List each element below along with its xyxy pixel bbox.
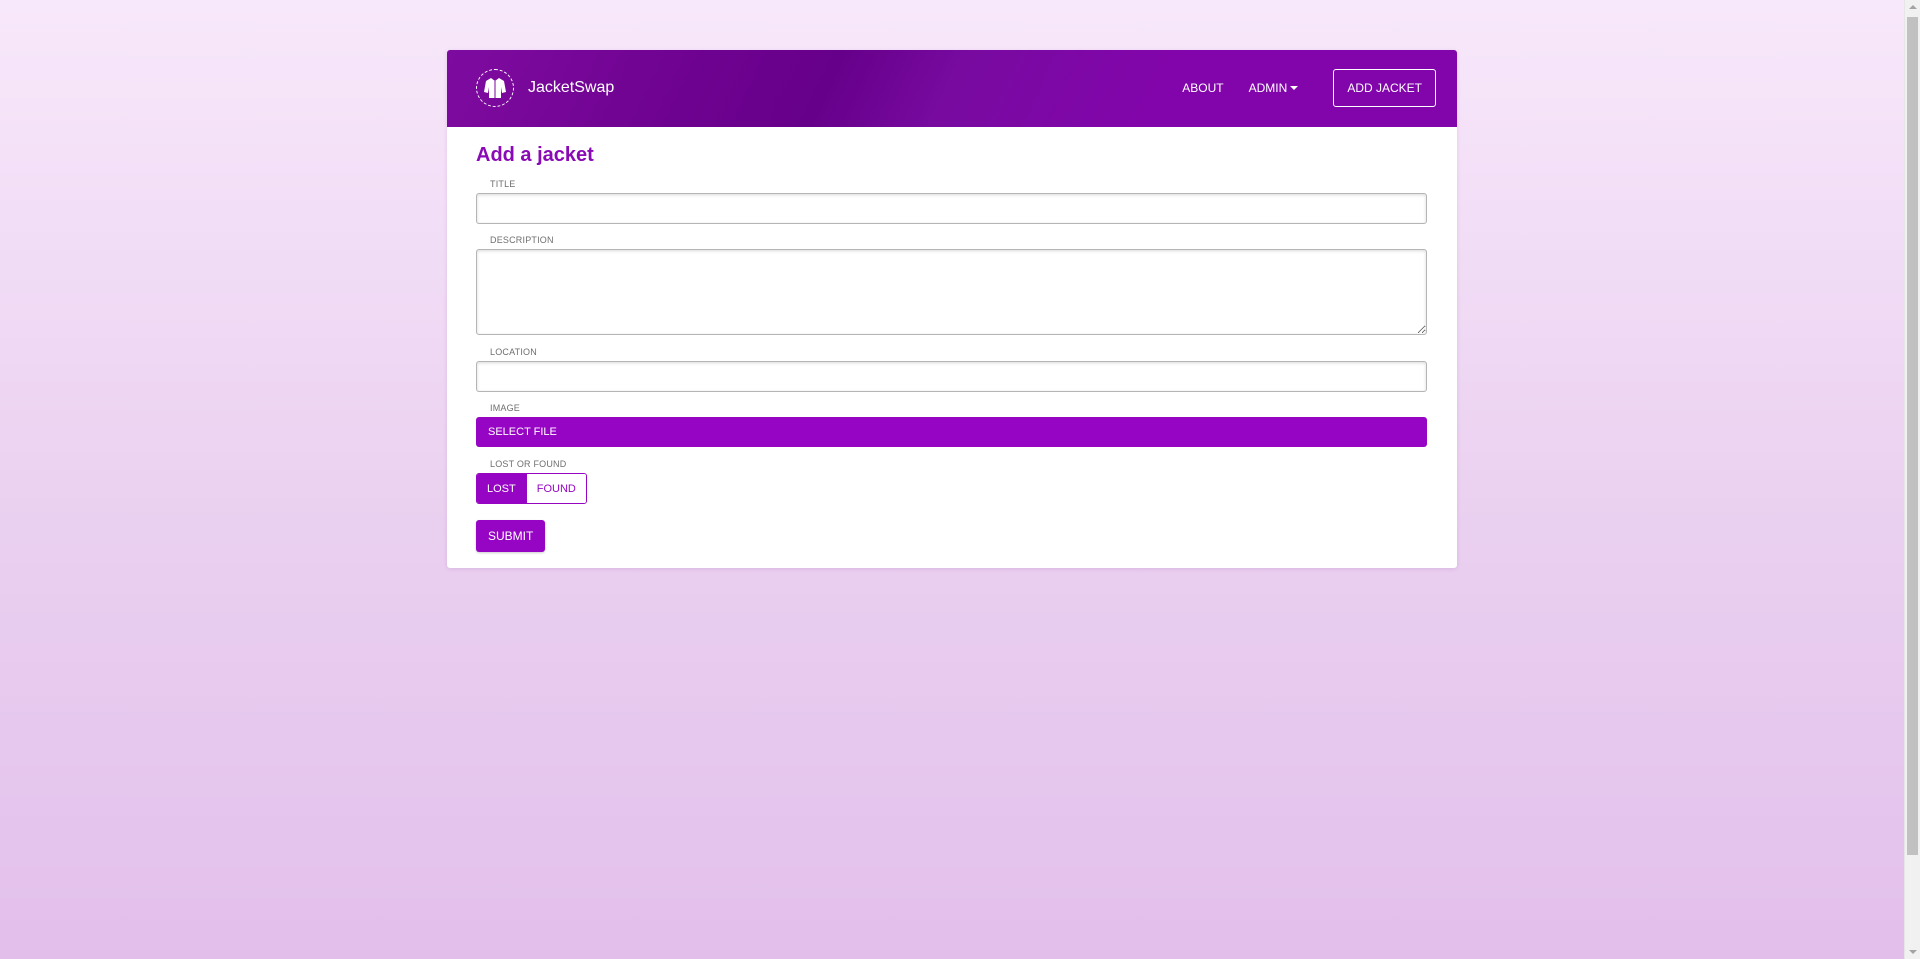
title-input[interactable]: [476, 193, 1427, 224]
scrollbar-thumb[interactable]: [1907, 17, 1918, 855]
select-file-button[interactable]: SELECT FILE: [476, 417, 1427, 447]
page-title: Add a jacket: [476, 144, 594, 166]
add-jacket-button[interactable]: ADD JACKET: [1333, 69, 1436, 107]
image-label: IMAGE: [490, 403, 521, 413]
description-label: DESCRIPTION: [490, 235, 554, 245]
toggle-found[interactable]: FOUND: [525, 474, 586, 503]
submit-button[interactable]: SUBMIT: [476, 520, 546, 552]
scroll-down-arrow-icon[interactable]: [1909, 950, 1917, 954]
lost-or-found-label: LOST OR FOUND: [490, 459, 567, 469]
location-label: LOCATION: [490, 347, 537, 357]
title-label: TITLE: [490, 179, 516, 189]
nav-menu: ABOUT ADMIN ADD JACKET: [1182, 69, 1436, 107]
brand-name: JacketSwap: [528, 79, 615, 96]
main-card: JacketSwap ABOUT ADMIN ADD JACKET Add a …: [447, 50, 1457, 568]
brand-link[interactable]: JacketSwap: [476, 69, 614, 107]
page-scrollbar[interactable]: [1904, 0, 1920, 959]
toggle-lost[interactable]: LOST: [477, 474, 526, 503]
add-jacket-form: Add a jacket TITLE DESCRIPTION LOCATION …: [447, 127, 1457, 552]
navbar: JacketSwap ABOUT ADMIN ADD JACKET: [447, 50, 1457, 127]
caret-down-icon: [1290, 86, 1299, 90]
location-input[interactable]: [476, 361, 1427, 392]
scroll-up-arrow-icon[interactable]: [1909, 5, 1917, 9]
jacket-icon: [476, 69, 514, 107]
nav-about-link[interactable]: ABOUT: [1182, 81, 1223, 95]
nav-admin-label: ADMIN: [1248, 81, 1288, 95]
description-textarea[interactable]: [476, 249, 1427, 335]
nav-admin-dropdown[interactable]: ADMIN: [1249, 81, 1299, 95]
lost-found-toggle: LOST FOUND: [476, 473, 587, 504]
